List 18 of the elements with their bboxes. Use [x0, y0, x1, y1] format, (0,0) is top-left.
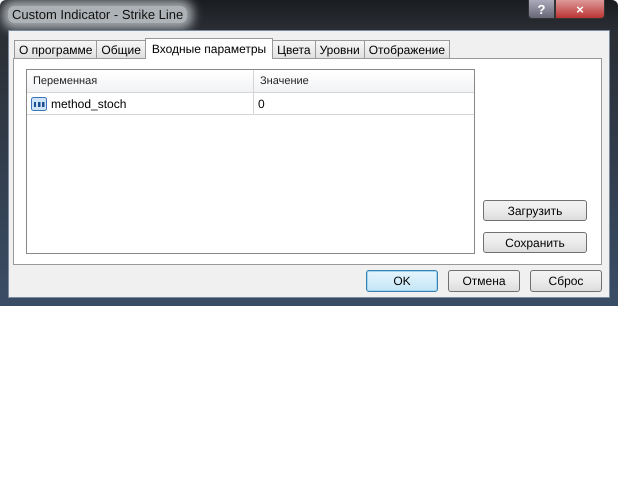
window-title: Custom Indicator - Strike Line [8, 6, 188, 23]
close-button[interactable]: × [555, 0, 605, 19]
dialog-button[interactable]: Сброс [530, 270, 602, 292]
dialog-button[interactable]: Отмена [448, 270, 520, 292]
number-type-icon [31, 96, 47, 110]
tab[interactable]: Отображение [364, 40, 450, 58]
load-button[interactable]: Загрузить [483, 200, 587, 221]
tab[interactable]: О программе [14, 40, 98, 58]
tab[interactable]: Входные параметры [144, 38, 274, 59]
tab[interactable]: Цвета [272, 40, 316, 58]
column-header[interactable]: Значение [254, 70, 474, 92]
tab[interactable]: Уровни [314, 40, 365, 58]
table-cell: 0 [258, 96, 265, 110]
tab[interactable]: Общие [96, 40, 146, 58]
save-button[interactable]: Сохранить [483, 232, 587, 253]
table-cell: method_stoch [51, 96, 126, 110]
column-header[interactable]: Переменная [27, 70, 254, 92]
dialog-button[interactable]: OK [366, 270, 438, 292]
